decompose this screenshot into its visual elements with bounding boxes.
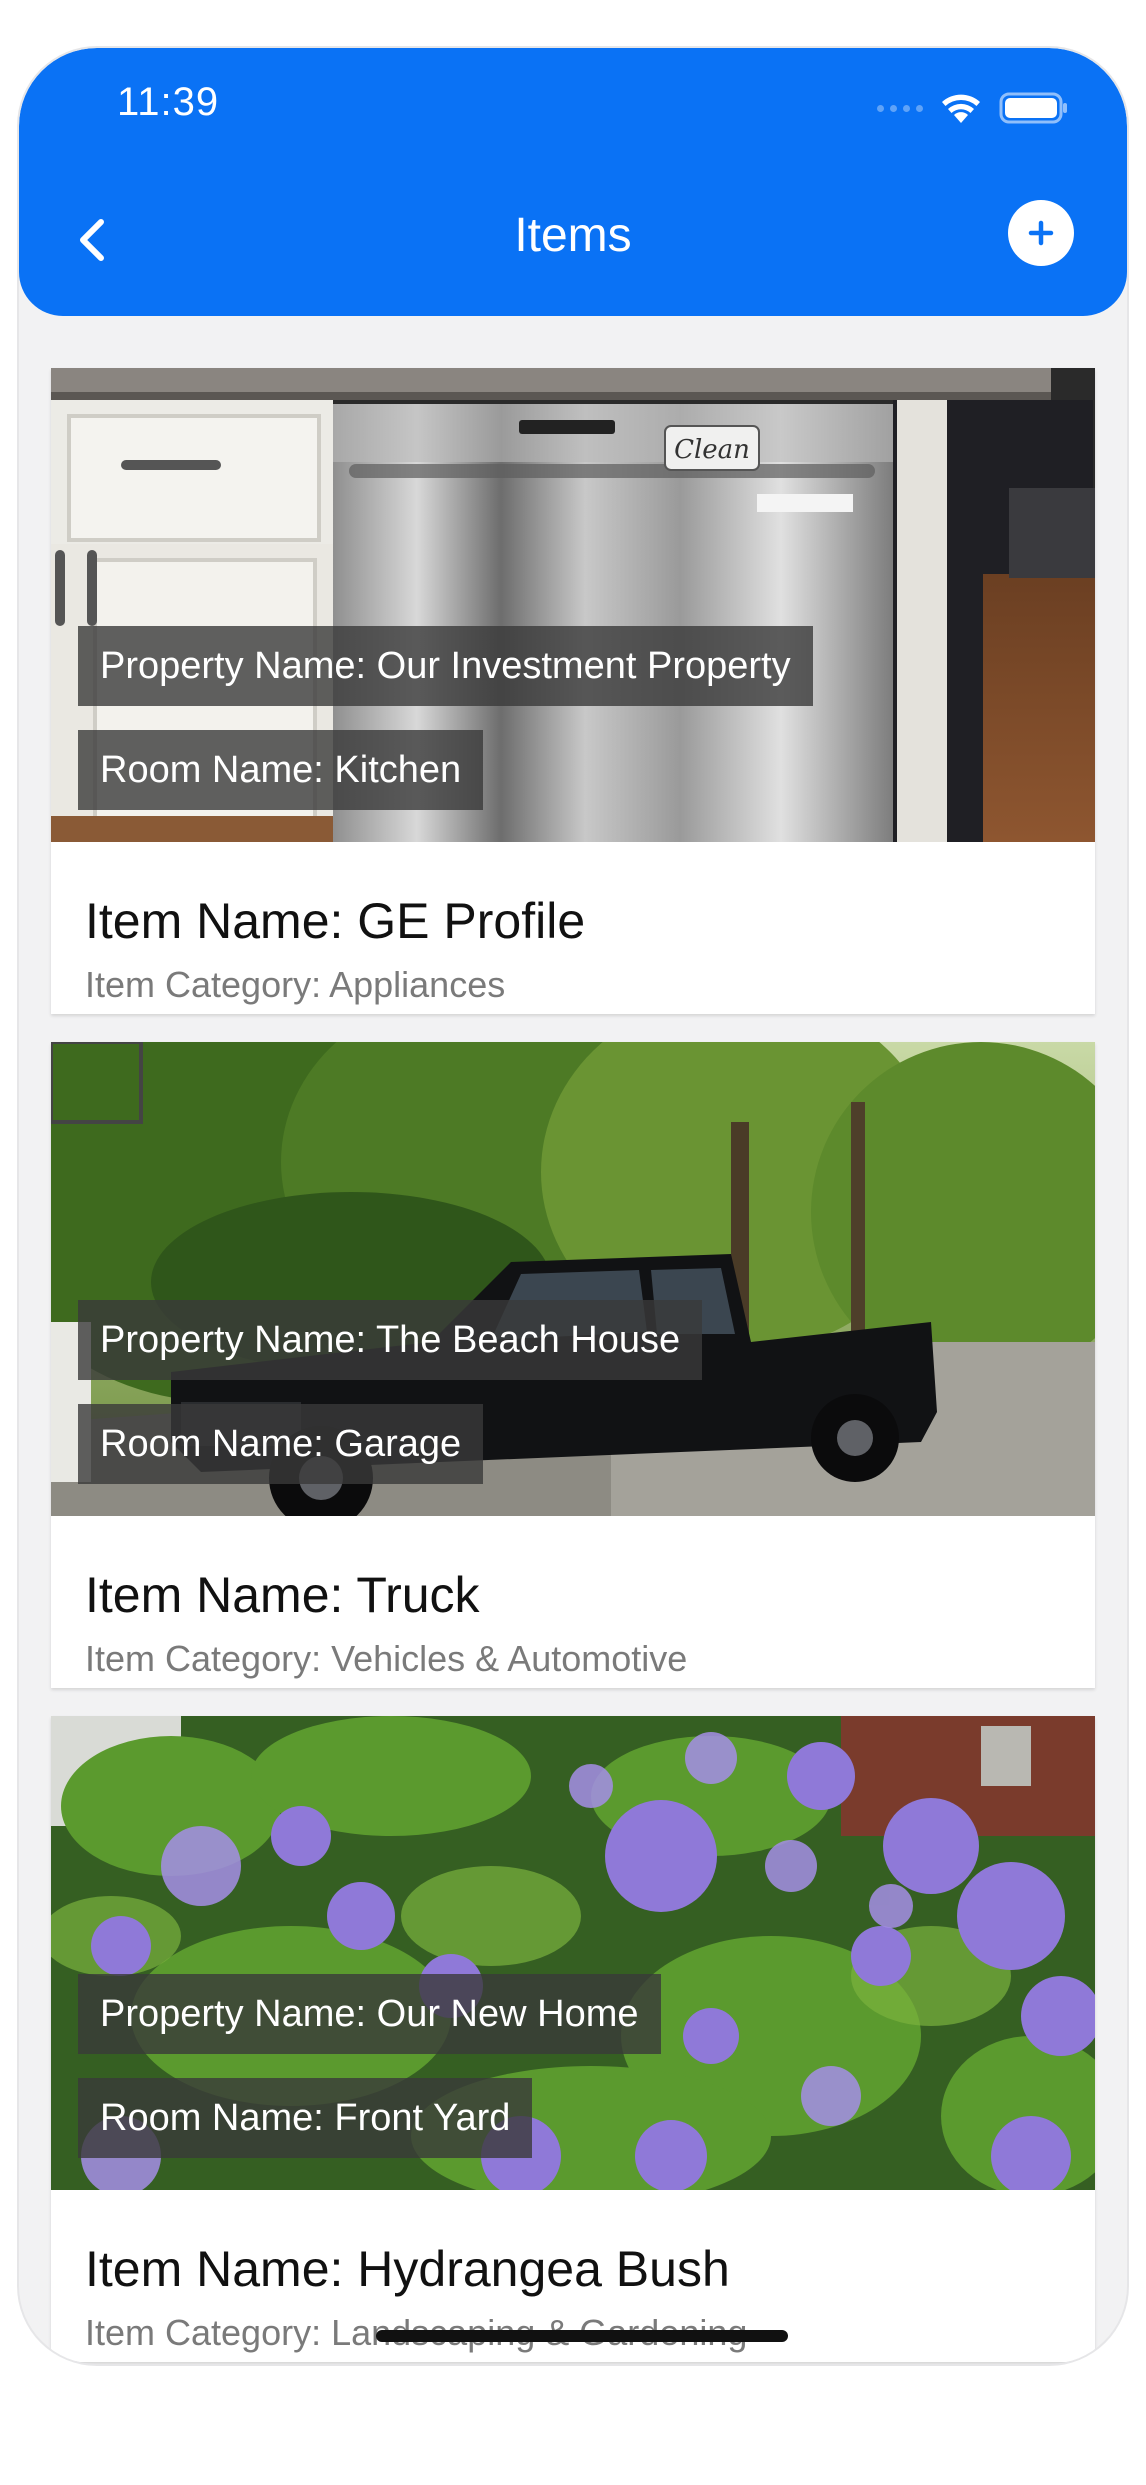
property-name-tag: Property Name: Our New Home xyxy=(78,1974,661,2054)
item-card[interactable]: Property Name: Our New Home Room Name: F… xyxy=(51,1716,1095,2362)
item-category: Item Category: Appliances xyxy=(85,964,506,1005)
wifi-icon xyxy=(939,91,983,125)
item-name: Item Name: Truck xyxy=(85,1567,480,1623)
status-time: 11:39 xyxy=(117,80,220,124)
status-icons xyxy=(877,88,1069,128)
nav-header: 11:39 Items xyxy=(19,48,1127,316)
add-item-button[interactable] xyxy=(1008,200,1074,266)
plus-icon xyxy=(1028,220,1054,246)
battery-icon xyxy=(999,91,1069,125)
room-name-tag: Room Name: Front Yard xyxy=(78,2078,533,2158)
item-card[interactable]: Property Name: The Beach House Room Name… xyxy=(51,1042,1095,1688)
room-name-tag: Room Name: Garage xyxy=(78,1404,484,1484)
item-category: Item Category: Vehicles & Automotive xyxy=(85,1638,688,1679)
item-name: Item Name: GE Profile xyxy=(85,893,586,949)
home-indicator[interactable] xyxy=(376,2330,788,2342)
cellular-signal-icon xyxy=(877,104,923,112)
room-name-tag: Room Name: Kitchen xyxy=(78,730,484,810)
phone-screen: 11:39 Items Clean Property Name: Our Inv… xyxy=(19,48,1127,2364)
page-title: Items xyxy=(514,209,632,262)
item-name: Item Name: Hydrangea Bush xyxy=(85,2241,730,2297)
property-name-tag: Property Name: Our Investment Property xyxy=(78,626,813,706)
property-name-tag: Property Name: The Beach House xyxy=(78,1300,703,1380)
clean-magnet-text: Clean xyxy=(674,435,750,465)
item-card[interactable]: Clean Property Name: Our Investment Prop… xyxy=(51,368,1095,1014)
